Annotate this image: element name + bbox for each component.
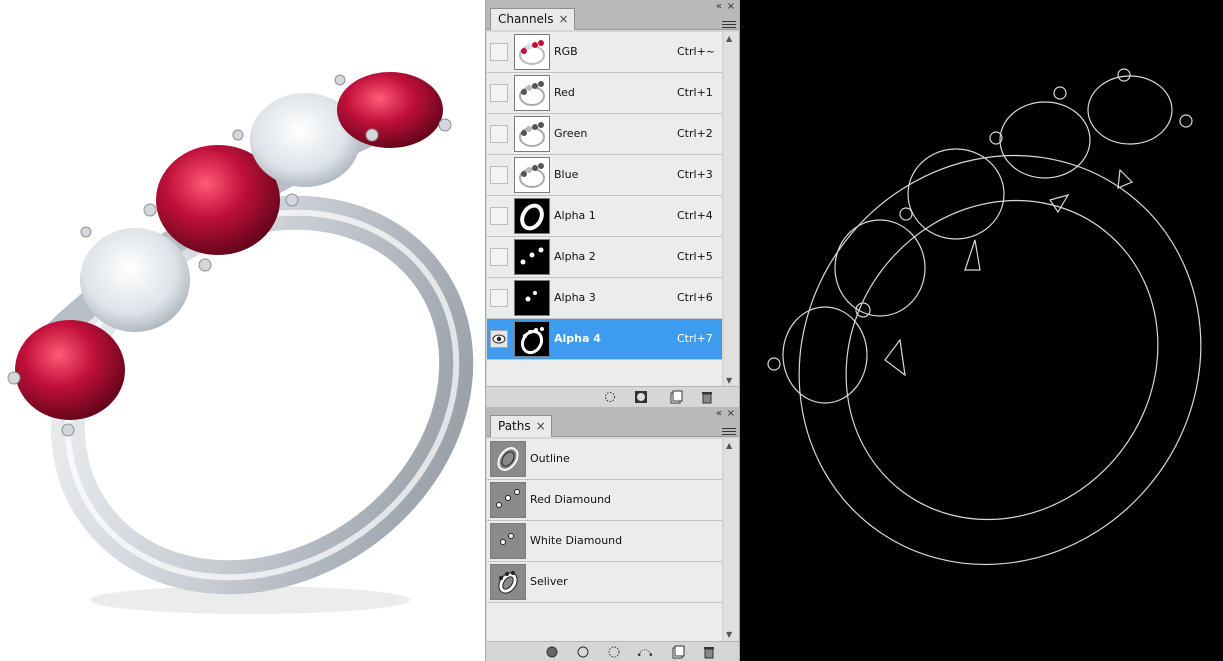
- save-selection-icon[interactable]: [634, 390, 648, 404]
- ring-photo-image: [7, 72, 474, 614]
- stroke-path-icon[interactable]: [576, 645, 590, 659]
- tab-close-icon[interactable]: ×: [558, 9, 568, 30]
- channel-label: Green: [554, 127, 588, 140]
- channel-label: Alpha 2: [554, 250, 596, 263]
- outline-canvas: [740, 0, 1223, 661]
- tab-close-icon[interactable]: ×: [536, 416, 546, 437]
- visibility-toggle[interactable]: [490, 248, 508, 266]
- path-row[interactable]: Red Diamound: [487, 480, 722, 521]
- tab-paths-label: Paths: [498, 419, 531, 433]
- channel-shortcut: Ctrl+3: [677, 168, 713, 181]
- visibility-toggle[interactable]: [490, 125, 508, 143]
- channel-row[interactable]: Alpha 3 Ctrl+6: [487, 278, 722, 319]
- channel-label: RGB: [554, 45, 578, 58]
- channel-label: Alpha 4: [554, 332, 601, 345]
- path-label: Red Diamound: [530, 493, 612, 506]
- path-row[interactable]: White Diamound: [487, 521, 722, 562]
- visibility-toggle[interactable]: [490, 289, 508, 307]
- tab-paths[interactable]: Paths ×: [490, 415, 552, 437]
- path-thumbnail: [490, 564, 526, 600]
- visibility-toggle[interactable]: [490, 166, 508, 184]
- channels-panel: Channels × « × RGB Ctrl+~ Red Ctrl+1 Green Ct…: [485, 0, 740, 407]
- channel-thumbnail: [514, 34, 550, 70]
- channel-shortcut: Ctrl+6: [677, 291, 713, 304]
- visibility-toggle[interactable]: [490, 207, 508, 225]
- load-path-selection-icon[interactable]: [607, 645, 621, 659]
- new-path-icon[interactable]: [671, 645, 685, 659]
- ring-outline-drawing: [767, 68, 1202, 566]
- new-channel-icon[interactable]: [669, 390, 683, 404]
- channel-row[interactable]: Alpha 4 Ctrl+7: [487, 319, 722, 360]
- channel-row[interactable]: Red Ctrl+1: [487, 73, 722, 114]
- ring-photo: [0, 0, 485, 661]
- path-thumbnail: [490, 523, 526, 559]
- path-label: Outline: [530, 452, 570, 465]
- path-label: Seliver: [530, 575, 568, 588]
- tab-channels-label: Channels: [498, 12, 554, 26]
- panel-menu-icon[interactable]: [722, 19, 736, 29]
- channel-thumbnail: [514, 239, 550, 275]
- channel-row[interactable]: Alpha 1 Ctrl+4: [487, 196, 722, 237]
- paths-footer: [486, 641, 739, 661]
- path-list: Outline Red Diamound White Diamound Seliver: [487, 439, 722, 641]
- paths-titlebar: Paths × « ×: [486, 407, 739, 437]
- collapse-icon[interactable]: «: [716, 2, 722, 12]
- paths-panel: Paths × « × Outline Red Diamound White Dia…: [485, 407, 740, 661]
- channel-row[interactable]: Alpha 2 Ctrl+5: [487, 237, 722, 278]
- fill-path-icon[interactable]: [545, 645, 559, 659]
- visibility-toggle[interactable]: [490, 84, 508, 102]
- channel-list: RGB Ctrl+~ Red Ctrl+1 Green Ctrl+2 Blue Ctrl+3 A…: [487, 32, 722, 387]
- channel-shortcut: Ctrl+7: [677, 332, 713, 345]
- collapse-icon[interactable]: «: [716, 409, 722, 419]
- channel-shortcut: Ctrl+2: [677, 127, 713, 140]
- channel-row[interactable]: Blue Ctrl+3: [487, 155, 722, 196]
- panel-menu-icon[interactable]: [722, 426, 736, 436]
- scroll-down-icon[interactable]: ▼: [726, 630, 732, 639]
- channel-shortcut: Ctrl+4: [677, 209, 713, 222]
- channel-label: Blue: [554, 168, 579, 181]
- channel-shortcut: Ctrl+~: [677, 45, 716, 58]
- load-selection-icon[interactable]: [603, 390, 617, 404]
- visibility-toggle[interactable]: [490, 330, 508, 348]
- channel-thumbnail: [514, 116, 550, 152]
- scroll-down-icon[interactable]: ▼: [726, 376, 732, 385]
- channel-label: Red: [554, 86, 575, 99]
- visibility-toggle[interactable]: [490, 43, 508, 61]
- channel-shortcut: Ctrl+1: [677, 86, 713, 99]
- tab-channels[interactable]: Channels ×: [490, 8, 575, 30]
- channel-label: Alpha 3: [554, 291, 596, 304]
- delete-channel-icon[interactable]: [700, 390, 714, 404]
- channels-footer: [486, 386, 739, 406]
- scroll-up-icon[interactable]: ▲: [726, 34, 732, 43]
- path-label: White Diamound: [530, 534, 623, 547]
- path-thumbnail: [490, 482, 526, 518]
- channel-thumbnail: [514, 198, 550, 234]
- path-row[interactable]: Outline: [487, 439, 722, 480]
- close-icon[interactable]: ×: [727, 2, 735, 12]
- make-work-path-icon[interactable]: [638, 645, 652, 659]
- channel-thumbnail: [514, 157, 550, 193]
- channels-titlebar: Channels × « ×: [486, 0, 739, 30]
- delete-path-icon[interactable]: [702, 645, 716, 659]
- channel-thumbnail: [514, 321, 550, 357]
- channels-scrollbar[interactable]: ▲ ▼: [724, 32, 738, 387]
- scroll-up-icon[interactable]: ▲: [726, 441, 732, 450]
- channel-row[interactable]: Green Ctrl+2: [487, 114, 722, 155]
- channel-thumbnail: [514, 75, 550, 111]
- channel-row[interactable]: RGB Ctrl+~: [487, 32, 722, 73]
- channel-shortcut: Ctrl+5: [677, 250, 713, 263]
- close-icon[interactable]: ×: [727, 409, 735, 419]
- channel-label: Alpha 1: [554, 209, 596, 222]
- eye-icon: [492, 334, 506, 344]
- path-row[interactable]: Seliver: [487, 562, 722, 603]
- path-thumbnail: [490, 441, 526, 477]
- channel-thumbnail: [514, 280, 550, 316]
- paths-scrollbar[interactable]: ▲ ▼: [724, 439, 738, 641]
